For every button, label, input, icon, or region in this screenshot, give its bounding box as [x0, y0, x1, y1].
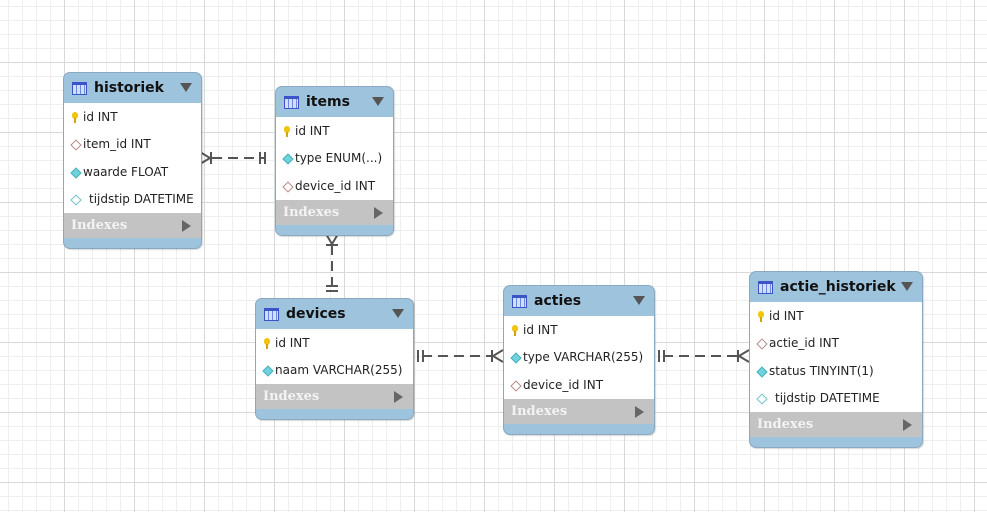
one-marker — [326, 285, 338, 292]
indexes-label: Indexes — [263, 389, 320, 404]
column-row[interactable]: id INT — [750, 302, 922, 330]
foreign-key-icon — [282, 181, 292, 191]
indexes-section[interactable]: Indexes — [64, 213, 201, 238]
indexes-section[interactable]: Indexes — [256, 384, 413, 409]
column-label: id INT — [295, 123, 330, 138]
expand-arrow-icon[interactable] — [394, 391, 403, 403]
table-footer — [750, 437, 922, 447]
column-label: device_id INT — [295, 178, 376, 193]
primary-key-icon — [756, 310, 766, 322]
column-label: waarde FLOAT — [83, 164, 169, 179]
column-row[interactable]: type VARCHAR(255) — [504, 344, 654, 372]
table-devices[interactable]: devices id INT naam VARCHAR(255) Indexes — [255, 298, 414, 420]
column-label: status TINYINT(1) — [769, 363, 874, 378]
column-label: id INT — [275, 335, 310, 350]
indexes-label: Indexes — [511, 403, 568, 419]
column-row[interactable]: device_id INT — [276, 172, 393, 200]
primary-key-icon — [262, 337, 272, 349]
table-historiek[interactable]: historiek id INT item_id INT waarde FLOA… — [63, 72, 202, 249]
collapse-caret-icon[interactable] — [901, 282, 913, 291]
column-row[interactable]: id INT — [504, 316, 654, 344]
column-label: id INT — [523, 322, 558, 337]
table-name: items — [306, 94, 350, 110]
table-footer — [256, 409, 413, 419]
crowfoot-marker — [491, 349, 504, 363]
table-header[interactable]: actie_historiek — [750, 272, 922, 302]
column-label: id INT — [83, 109, 118, 124]
column-icon — [756, 393, 772, 403]
table-footer — [64, 238, 201, 248]
table-icon — [72, 81, 87, 95]
column-row[interactable]: naam VARCHAR(255) — [256, 357, 413, 385]
primary-key-icon — [70, 111, 80, 123]
indexes-label: Indexes — [283, 204, 340, 220]
one-marker — [658, 350, 665, 362]
column-label: tijdstip DATETIME — [89, 192, 194, 207]
expand-arrow-icon[interactable] — [903, 419, 912, 431]
column-label: device_id INT — [523, 377, 604, 392]
table-header[interactable]: historiek — [64, 73, 201, 103]
column-row[interactable]: id INT — [256, 329, 413, 357]
not-null-column-icon — [70, 167, 80, 177]
not-null-column-icon — [510, 352, 520, 362]
indexes-section[interactable]: Indexes — [276, 199, 393, 225]
column-row[interactable]: type ENUM(...) — [276, 145, 393, 173]
table-icon — [512, 294, 527, 308]
column-icon — [70, 194, 86, 204]
indexes-section[interactable]: Indexes — [750, 412, 922, 437]
column-row[interactable]: actie_id INT — [750, 330, 922, 358]
expand-arrow-icon[interactable] — [182, 220, 191, 232]
foreign-key-icon — [70, 139, 80, 149]
column-row[interactable]: tijdstip DATETIME — [750, 385, 922, 413]
table-footer — [276, 225, 393, 235]
column-label: type ENUM(...) — [295, 151, 383, 166]
column-label: item_id INT — [83, 137, 151, 152]
table-name: historiek — [94, 80, 164, 96]
column-row[interactable]: id INT — [276, 117, 393, 145]
column-row[interactable]: waarde FLOAT — [64, 158, 201, 186]
table-name: devices — [286, 306, 346, 322]
foreign-key-icon — [756, 338, 766, 348]
column-row[interactable]: status TINYINT(1) — [750, 357, 922, 385]
column-label: id INT — [769, 308, 804, 323]
one-marker — [417, 350, 424, 362]
column-label: actie_id INT — [769, 336, 839, 351]
table-name: acties — [534, 293, 582, 309]
expand-arrow-icon[interactable] — [635, 405, 644, 418]
crowfoot-marker — [737, 349, 750, 363]
table-header[interactable]: acties — [504, 286, 654, 316]
column-row[interactable]: tijdstip DATETIME — [64, 186, 201, 214]
table-actie-historiek[interactable]: actie_historiek id INT actie_id INT stat… — [749, 271, 923, 448]
primary-key-icon — [282, 125, 292, 137]
table-header[interactable]: devices — [256, 299, 413, 329]
indexes-section[interactable]: Indexes — [504, 398, 654, 424]
table-icon — [758, 280, 773, 294]
column-label: type VARCHAR(255) — [523, 350, 644, 365]
expand-arrow-icon[interactable] — [374, 206, 383, 219]
column-label: naam VARCHAR(255) — [275, 363, 403, 378]
column-row[interactable]: device_id INT — [504, 371, 654, 399]
not-null-column-icon — [282, 153, 292, 163]
table-acties[interactable]: acties id INT type VARCHAR(255) device_i… — [503, 285, 655, 435]
collapse-caret-icon[interactable] — [180, 83, 192, 92]
indexes-label: Indexes — [71, 218, 128, 233]
crowfoot-marker — [325, 233, 339, 246]
indexes-label: Indexes — [757, 417, 814, 432]
table-header[interactable]: items — [276, 87, 393, 117]
table-footer — [504, 424, 654, 434]
column-row[interactable]: item_id INT — [64, 131, 201, 159]
collapse-caret-icon[interactable] — [633, 296, 645, 305]
table-name: actie_historiek — [780, 279, 896, 295]
column-label: tijdstip DATETIME — [775, 391, 880, 406]
collapse-caret-icon[interactable] — [372, 97, 384, 106]
table-icon — [284, 95, 299, 109]
primary-key-icon — [510, 324, 520, 336]
collapse-caret-icon[interactable] — [392, 309, 404, 318]
not-null-column-icon — [262, 365, 272, 375]
not-null-column-icon — [756, 366, 766, 376]
foreign-key-icon — [510, 380, 520, 390]
table-items[interactable]: items id INT type ENUM(...) device_id IN… — [275, 86, 394, 236]
table-icon — [264, 307, 279, 321]
column-row[interactable]: id INT — [64, 103, 201, 131]
